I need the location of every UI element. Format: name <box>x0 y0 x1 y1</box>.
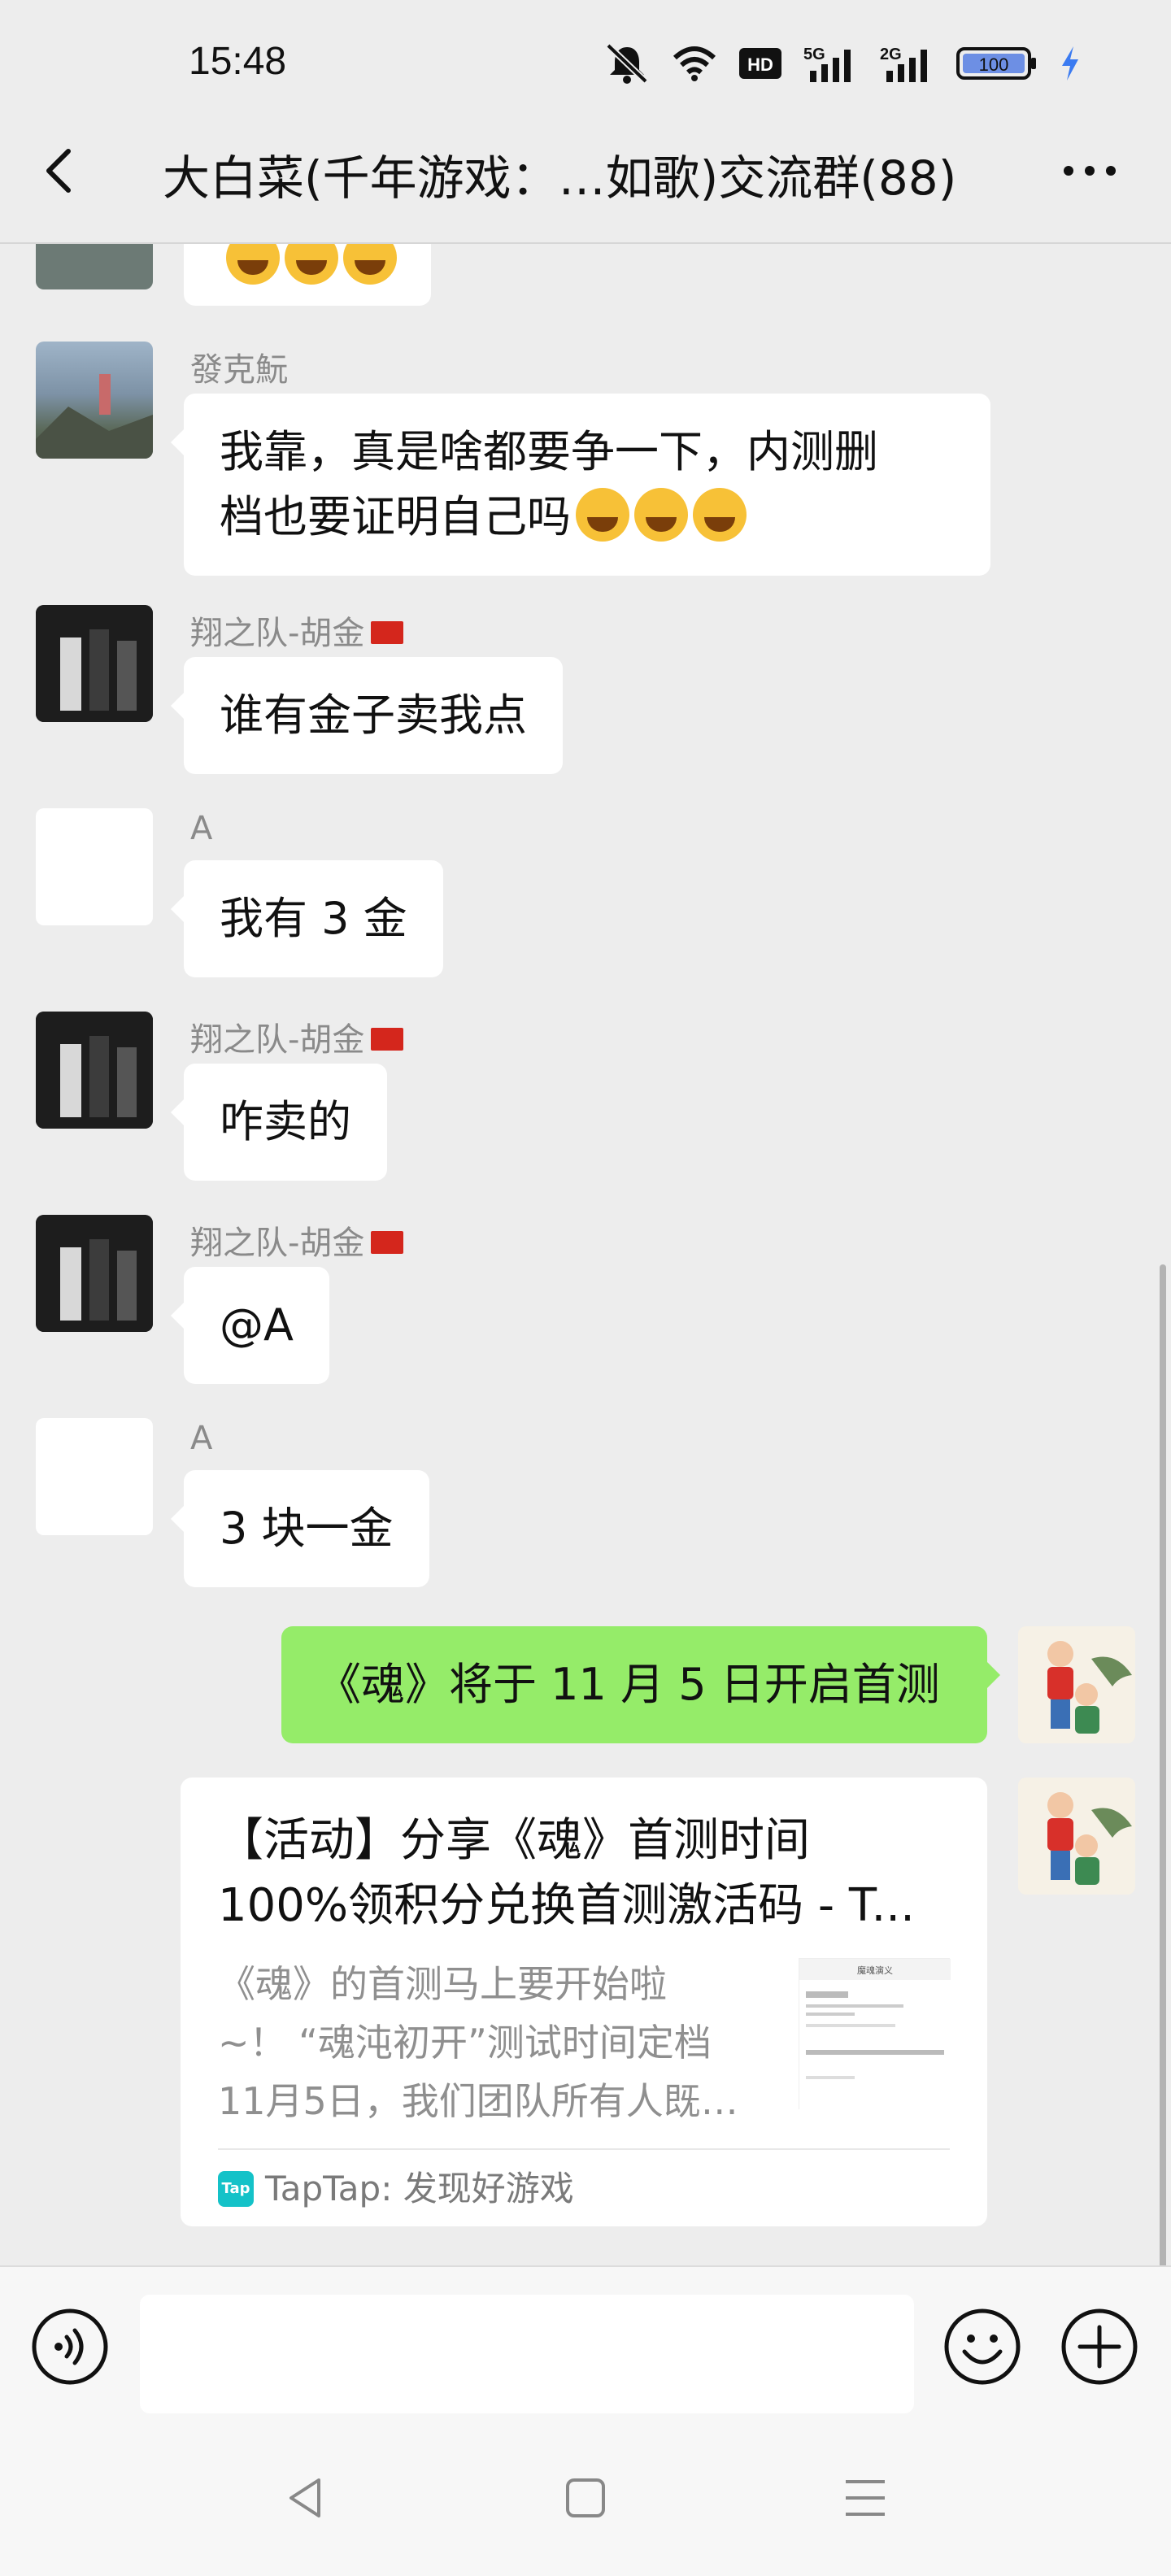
avatar-photo <box>1018 1778 1135 1895</box>
link-card-title-line: 100%领积分兑换首测激活码 - T... <box>218 1879 915 1932</box>
5g-label: 5G <box>803 46 825 63</box>
message-bubble[interactable]: 谁有金子卖我点 <box>171 657 563 774</box>
message-text: 谁有金子卖我点 <box>220 690 527 741</box>
back-arrow-icon[interactable] <box>36 146 85 195</box>
crying-laughing-emoji-icon <box>343 244 397 285</box>
link-card-title: 【活动】分享《魂》首测时间 100%领积分兑换首测激活码 - T... <box>218 1808 950 1939</box>
hd-label: HD <box>747 54 773 75</box>
link-card-source: Tap TapTap: 发现好游戏 <box>218 2166 574 2212</box>
avatar[interactable] <box>36 342 153 459</box>
message-list[interactable]: 發克魭 我靠，真是啥都要争一下，内测删 档也要证明自己吗 翔之队-胡金 谁有金子… <box>0 244 1171 2265</box>
nav-menu-icon[interactable] <box>842 2475 888 2521</box>
message-input[interactable] <box>140 2295 914 2413</box>
sender-name: A <box>190 1420 213 1457</box>
avatar[interactable] <box>36 1418 153 1535</box>
wifi-icon <box>673 46 716 81</box>
system-navigation-bar <box>0 2413 1171 2576</box>
emoji-icon[interactable] <box>943 2308 1021 2386</box>
status-bar: 15:48 HD 5G 2G 100 <box>0 0 1171 122</box>
avatar[interactable] <box>36 1215 153 1332</box>
hd-icon: HD <box>739 48 781 79</box>
crying-laughing-emoji-icon <box>693 488 747 542</box>
link-card-source-text: TapTap: 发现好游戏 <box>265 2169 574 2208</box>
link-card-title-line: 【活动】分享《魂》首测时间 <box>218 1814 810 1867</box>
scrollbar[interactable] <box>1160 1264 1166 2265</box>
avatar-photo <box>36 374 153 459</box>
avatar[interactable] <box>36 808 153 925</box>
message-text-line2: 档也要证明自己吗 <box>220 491 571 542</box>
2g-label: 2G <box>880 46 902 63</box>
chat-title: 大白菜(千年游戏：…如歌)交流群(88) <box>163 150 957 206</box>
message-bubble[interactable]: 我靠，真是啥都要争一下，内测删 档也要证明自己吗 <box>171 394 990 576</box>
avatar-photo <box>1018 1626 1135 1743</box>
message-bubble[interactable]: 3 块一金 <box>171 1470 429 1587</box>
link-card[interactable]: 【活动】分享《魂》首测时间 100%领积分兑换首测激活码 - T... 《魂》的… <box>181 1778 987 2226</box>
flag-icon <box>371 621 404 644</box>
5g-signal-icon: 5G <box>803 46 851 82</box>
input-bar <box>0 2265 1171 2413</box>
battery-icon: 100 <box>956 47 1036 80</box>
crying-laughing-emoji-icon <box>634 488 688 542</box>
link-card-desc-line: ~！ “魂沌初开”测试时间定档 <box>218 2021 712 2065</box>
avatar-photo <box>36 1012 153 1129</box>
message-bubble[interactable]: 我有 3 金 <box>171 860 443 977</box>
message-bubble[interactable]: @A <box>171 1267 329 1384</box>
own-message-bubble[interactable]: 《魂》将于 11 月 5 日开启首测 <box>281 1626 1000 1743</box>
link-card-description: 《魂》的首测马上要开始啦 ~！ “魂沌初开”测试时间定档 11月5日，我们团队所… <box>218 1955 755 2130</box>
taptap-logo-icon: Tap <box>218 2171 254 2207</box>
charging-icon <box>1062 46 1078 80</box>
status-time: 15:48 <box>189 40 287 83</box>
crying-laughing-emoji-icon <box>285 244 338 285</box>
message-text: 《魂》将于 11 月 5 日开启首测 <box>317 1659 940 1710</box>
sender-name: 發克魭 <box>190 351 288 389</box>
nav-back-icon[interactable] <box>283 2475 329 2521</box>
avatar-photo <box>36 1215 153 1332</box>
thumbnail-heading: 魔魂演义 <box>857 1965 893 1976</box>
sender-name-text: 翔之队-胡金 <box>190 615 365 652</box>
thumbnail-preview: 魔魂演义 <box>799 1959 951 2110</box>
link-card-thumbnail: 魔魂演义 <box>799 1958 951 2110</box>
message-text: 咋卖的 <box>220 1096 351 1147</box>
nav-home-icon[interactable] <box>563 2475 608 2521</box>
chat-header: 大白菜(千年游戏：…如歌)交流群(88) <box>0 122 1171 244</box>
sender-name: A <box>190 810 213 847</box>
sender-name: 翔之队-胡金 <box>190 1216 404 1264</box>
avatar[interactable] <box>36 605 153 722</box>
plus-icon[interactable] <box>1060 2308 1138 2386</box>
status-icons: HD 5G 2G 100 <box>603 42 1082 85</box>
own-avatar[interactable] <box>1018 1778 1135 1895</box>
avatar-photo <box>36 605 153 722</box>
message-bubble-partial[interactable] <box>184 244 431 306</box>
sender-name: 翔之队-胡金 <box>190 1013 404 1060</box>
link-card-desc-line: 《魂》的首测马上要开始啦 <box>218 1962 667 2006</box>
flag-icon <box>371 1028 404 1051</box>
battery-level: 100 <box>979 54 1009 75</box>
flag-icon <box>371 1231 404 1254</box>
crying-laughing-emoji-icon <box>226 244 280 285</box>
message-text: 我靠，真是啥都要争一下，内测删 <box>220 426 878 477</box>
crying-laughing-emoji-icon <box>576 488 629 542</box>
avatar[interactable] <box>36 244 153 289</box>
mute-bell-icon <box>606 43 648 84</box>
sender-name: 翔之队-胡金 <box>190 607 404 654</box>
link-card-divider <box>218 2148 950 2150</box>
message-text: @A <box>220 1299 294 1351</box>
2g-signal-icon: 2G <box>880 46 927 82</box>
message-text: 我有 3 金 <box>220 893 407 944</box>
more-options-icon[interactable] <box>1057 146 1122 195</box>
own-avatar[interactable] <box>1018 1626 1135 1743</box>
link-card-desc-line: 11月5日，我们团队所有人既… <box>218 2079 738 2123</box>
message-text: 3 块一金 <box>220 1503 394 1554</box>
voice-input-icon[interactable] <box>31 2308 109 2386</box>
avatar[interactable] <box>36 1012 153 1129</box>
sender-name-text: 翔之队-胡金 <box>190 1225 365 1262</box>
message-bubble[interactable]: 咋卖的 <box>171 1064 387 1181</box>
sender-name-text: 翔之队-胡金 <box>190 1021 365 1059</box>
